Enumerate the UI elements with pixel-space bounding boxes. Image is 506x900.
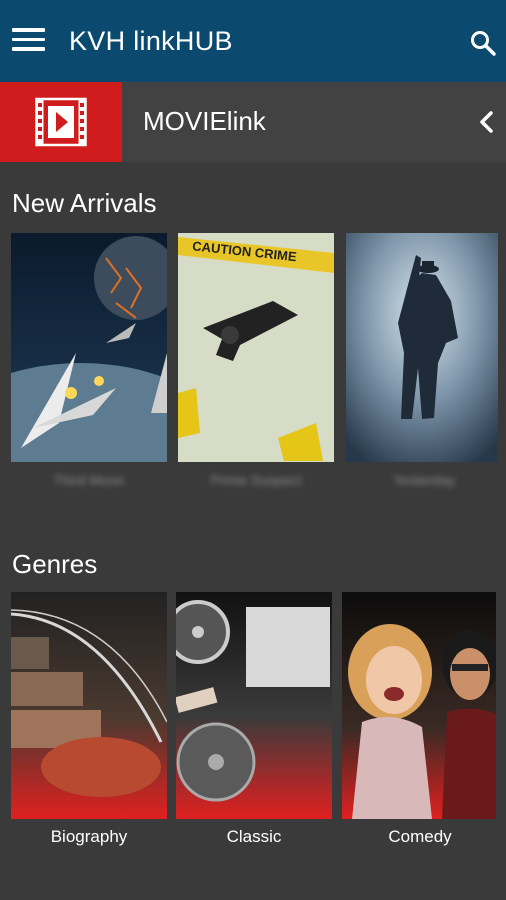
genre-image-biography <box>11 592 167 819</box>
genres-heading: Genres <box>12 549 98 579</box>
section-header: MOVIElink <box>0 82 506 162</box>
genre-card-comedy[interactable] <box>342 592 496 819</box>
movie-card-crime[interactable]: CAUTION CRIME <box>178 233 334 462</box>
movie-card-space[interactable] <box>11 233 167 462</box>
chevron-left-icon[interactable] <box>474 108 500 136</box>
movie-card-noir[interactable] <box>346 233 498 462</box>
app-bar: KVH linkHUB <box>0 0 506 82</box>
movie-title-2: Prime Suspect <box>210 472 302 488</box>
movie-title-3: Yesterday <box>393 472 455 488</box>
genre-label-classic: Classic <box>226 827 282 846</box>
new-arrivals-heading: New Arrivals <box>12 188 157 218</box>
movie-title-1: Third Moon <box>53 472 125 488</box>
genre-card-classic[interactable] <box>176 592 332 819</box>
app-title: KVH linkHUB <box>69 26 233 56</box>
movie-poster-crime: CAUTION CRIME <box>178 233 334 462</box>
hamburger-menu-icon[interactable] <box>12 28 45 54</box>
genre-label-biography: Biography <box>50 827 128 846</box>
genre-image-classic <box>176 592 332 819</box>
genre-label-comedy: Comedy <box>388 827 452 846</box>
film-play-icon <box>35 97 87 147</box>
movielink-logo <box>0 82 122 162</box>
movie-poster-space <box>11 233 167 462</box>
search-icon[interactable] <box>469 29 497 57</box>
section-title: MOVIElink <box>143 106 266 136</box>
genre-card-biography[interactable] <box>11 592 167 819</box>
genre-image-comedy <box>342 592 496 819</box>
movie-poster-noir <box>346 233 498 462</box>
